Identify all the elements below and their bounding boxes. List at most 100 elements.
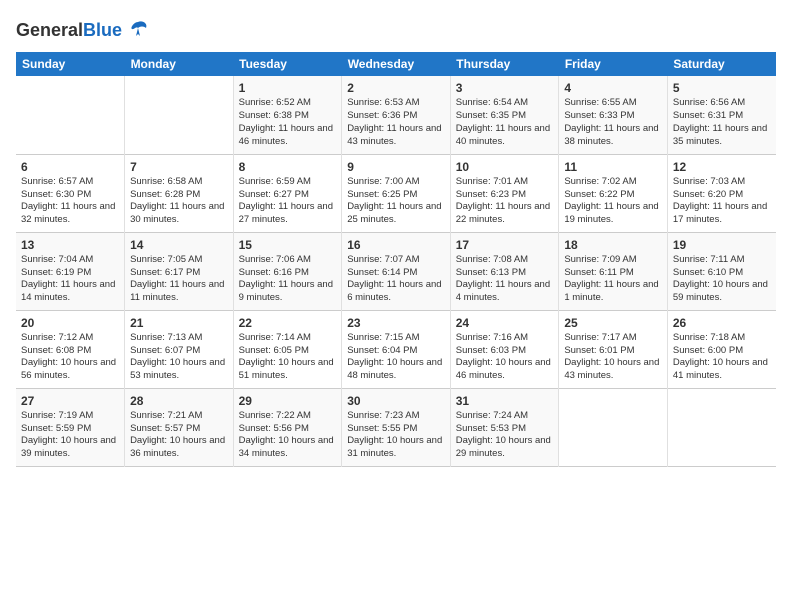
day-number: 31 xyxy=(456,393,554,409)
calendar-cell: 2Sunrise: 6:53 AM Sunset: 6:36 PM Daylig… xyxy=(342,76,451,154)
day-number: 13 xyxy=(21,237,119,253)
calendar-cell: 6Sunrise: 6:57 AM Sunset: 6:30 PM Daylig… xyxy=(16,154,125,232)
day-number: 28 xyxy=(130,393,228,409)
day-number: 6 xyxy=(21,159,119,175)
calendar-cell: 30Sunrise: 7:23 AM Sunset: 5:55 PM Dayli… xyxy=(342,388,451,466)
day-number: 22 xyxy=(239,315,337,331)
day-info: Sunrise: 7:03 AM Sunset: 6:20 PM Dayligh… xyxy=(673,176,771,227)
calendar-week-row: 6Sunrise: 6:57 AM Sunset: 6:30 PM Daylig… xyxy=(16,154,776,232)
day-number: 7 xyxy=(130,159,228,175)
day-number: 15 xyxy=(239,237,337,253)
calendar-cell: 13Sunrise: 7:04 AM Sunset: 6:19 PM Dayli… xyxy=(16,232,125,310)
calendar-cell: 16Sunrise: 7:07 AM Sunset: 6:14 PM Dayli… xyxy=(342,232,451,310)
calendar-cell: 14Sunrise: 7:05 AM Sunset: 6:17 PM Dayli… xyxy=(125,232,234,310)
logo-text: GeneralBlue xyxy=(16,20,122,41)
day-info: Sunrise: 7:22 AM Sunset: 5:56 PM Dayligh… xyxy=(239,410,337,461)
day-info: Sunrise: 7:00 AM Sunset: 6:25 PM Dayligh… xyxy=(347,176,445,227)
day-info: Sunrise: 7:11 AM Sunset: 6:10 PM Dayligh… xyxy=(673,254,771,305)
day-number: 29 xyxy=(239,393,337,409)
calendar-cell: 12Sunrise: 7:03 AM Sunset: 6:20 PM Dayli… xyxy=(667,154,776,232)
day-number: 10 xyxy=(456,159,554,175)
col-header-thursday: Thursday xyxy=(450,52,559,76)
day-info: Sunrise: 7:09 AM Sunset: 6:11 PM Dayligh… xyxy=(564,254,662,305)
day-number: 1 xyxy=(239,80,337,96)
calendar-week-row: 13Sunrise: 7:04 AM Sunset: 6:19 PM Dayli… xyxy=(16,232,776,310)
calendar-cell: 10Sunrise: 7:01 AM Sunset: 6:23 PM Dayli… xyxy=(450,154,559,232)
day-number: 23 xyxy=(347,315,445,331)
day-number: 26 xyxy=(673,315,771,331)
day-number: 12 xyxy=(673,159,771,175)
day-number: 2 xyxy=(347,80,445,96)
calendar-cell: 20Sunrise: 7:12 AM Sunset: 6:08 PM Dayli… xyxy=(16,310,125,388)
day-info: Sunrise: 7:12 AM Sunset: 6:08 PM Dayligh… xyxy=(21,332,119,383)
day-number: 30 xyxy=(347,393,445,409)
day-info: Sunrise: 7:18 AM Sunset: 6:00 PM Dayligh… xyxy=(673,332,771,383)
day-info: Sunrise: 7:21 AM Sunset: 5:57 PM Dayligh… xyxy=(130,410,228,461)
calendar-cell: 21Sunrise: 7:13 AM Sunset: 6:07 PM Dayli… xyxy=(125,310,234,388)
day-number: 14 xyxy=(130,237,228,253)
day-info: Sunrise: 7:16 AM Sunset: 6:03 PM Dayligh… xyxy=(456,332,554,383)
day-info: Sunrise: 6:57 AM Sunset: 6:30 PM Dayligh… xyxy=(21,176,119,227)
day-number: 19 xyxy=(673,237,771,253)
day-info: Sunrise: 7:19 AM Sunset: 5:59 PM Dayligh… xyxy=(21,410,119,461)
calendar-cell: 15Sunrise: 7:06 AM Sunset: 6:16 PM Dayli… xyxy=(233,232,342,310)
calendar-cell xyxy=(125,76,234,154)
calendar-cell: 1Sunrise: 6:52 AM Sunset: 6:38 PM Daylig… xyxy=(233,76,342,154)
day-number: 4 xyxy=(564,80,662,96)
calendar-header-row: SundayMondayTuesdayWednesdayThursdayFrid… xyxy=(16,52,776,76)
day-info: Sunrise: 6:55 AM Sunset: 6:33 PM Dayligh… xyxy=(564,97,662,148)
calendar-cell: 5Sunrise: 6:56 AM Sunset: 6:31 PM Daylig… xyxy=(667,76,776,154)
logo-bird-icon xyxy=(124,16,152,44)
calendar-cell: 28Sunrise: 7:21 AM Sunset: 5:57 PM Dayli… xyxy=(125,388,234,466)
day-number: 27 xyxy=(21,393,119,409)
calendar-week-row: 1Sunrise: 6:52 AM Sunset: 6:38 PM Daylig… xyxy=(16,76,776,154)
col-header-monday: Monday xyxy=(125,52,234,76)
day-info: Sunrise: 7:17 AM Sunset: 6:01 PM Dayligh… xyxy=(564,332,662,383)
page-header: GeneralBlue xyxy=(16,16,776,44)
calendar-cell: 25Sunrise: 7:17 AM Sunset: 6:01 PM Dayli… xyxy=(559,310,668,388)
calendar-cell: 19Sunrise: 7:11 AM Sunset: 6:10 PM Dayli… xyxy=(667,232,776,310)
day-number: 3 xyxy=(456,80,554,96)
day-number: 5 xyxy=(673,80,771,96)
calendar-week-row: 20Sunrise: 7:12 AM Sunset: 6:08 PM Dayli… xyxy=(16,310,776,388)
calendar-cell: 3Sunrise: 6:54 AM Sunset: 6:35 PM Daylig… xyxy=(450,76,559,154)
day-number: 18 xyxy=(564,237,662,253)
day-info: Sunrise: 7:02 AM Sunset: 6:22 PM Dayligh… xyxy=(564,176,662,227)
day-info: Sunrise: 6:56 AM Sunset: 6:31 PM Dayligh… xyxy=(673,97,771,148)
calendar-cell: 26Sunrise: 7:18 AM Sunset: 6:00 PM Dayli… xyxy=(667,310,776,388)
calendar-cell: 27Sunrise: 7:19 AM Sunset: 5:59 PM Dayli… xyxy=(16,388,125,466)
calendar-cell: 11Sunrise: 7:02 AM Sunset: 6:22 PM Dayli… xyxy=(559,154,668,232)
day-info: Sunrise: 7:06 AM Sunset: 6:16 PM Dayligh… xyxy=(239,254,337,305)
calendar-cell: 9Sunrise: 7:00 AM Sunset: 6:25 PM Daylig… xyxy=(342,154,451,232)
day-number: 16 xyxy=(347,237,445,253)
calendar-cell xyxy=(16,76,125,154)
day-number: 24 xyxy=(456,315,554,331)
calendar-cell: 31Sunrise: 7:24 AM Sunset: 5:53 PM Dayli… xyxy=(450,388,559,466)
calendar-cell: 8Sunrise: 6:59 AM Sunset: 6:27 PM Daylig… xyxy=(233,154,342,232)
day-number: 9 xyxy=(347,159,445,175)
col-header-wednesday: Wednesday xyxy=(342,52,451,76)
day-number: 11 xyxy=(564,159,662,175)
calendar-cell xyxy=(559,388,668,466)
day-number: 20 xyxy=(21,315,119,331)
day-info: Sunrise: 7:23 AM Sunset: 5:55 PM Dayligh… xyxy=(347,410,445,461)
day-info: Sunrise: 7:01 AM Sunset: 6:23 PM Dayligh… xyxy=(456,176,554,227)
calendar-table: SundayMondayTuesdayWednesdayThursdayFrid… xyxy=(16,52,776,467)
day-info: Sunrise: 6:52 AM Sunset: 6:38 PM Dayligh… xyxy=(239,97,337,148)
day-info: Sunrise: 7:14 AM Sunset: 6:05 PM Dayligh… xyxy=(239,332,337,383)
col-header-friday: Friday xyxy=(559,52,668,76)
day-info: Sunrise: 7:08 AM Sunset: 6:13 PM Dayligh… xyxy=(456,254,554,305)
col-header-saturday: Saturday xyxy=(667,52,776,76)
calendar-cell: 4Sunrise: 6:55 AM Sunset: 6:33 PM Daylig… xyxy=(559,76,668,154)
col-header-sunday: Sunday xyxy=(16,52,125,76)
day-info: Sunrise: 7:07 AM Sunset: 6:14 PM Dayligh… xyxy=(347,254,445,305)
day-number: 17 xyxy=(456,237,554,253)
day-info: Sunrise: 7:24 AM Sunset: 5:53 PM Dayligh… xyxy=(456,410,554,461)
calendar-cell: 23Sunrise: 7:15 AM Sunset: 6:04 PM Dayli… xyxy=(342,310,451,388)
col-header-tuesday: Tuesday xyxy=(233,52,342,76)
day-info: Sunrise: 7:04 AM Sunset: 6:19 PM Dayligh… xyxy=(21,254,119,305)
day-info: Sunrise: 6:59 AM Sunset: 6:27 PM Dayligh… xyxy=(239,176,337,227)
day-info: Sunrise: 7:05 AM Sunset: 6:17 PM Dayligh… xyxy=(130,254,228,305)
day-info: Sunrise: 6:58 AM Sunset: 6:28 PM Dayligh… xyxy=(130,176,228,227)
day-number: 21 xyxy=(130,315,228,331)
